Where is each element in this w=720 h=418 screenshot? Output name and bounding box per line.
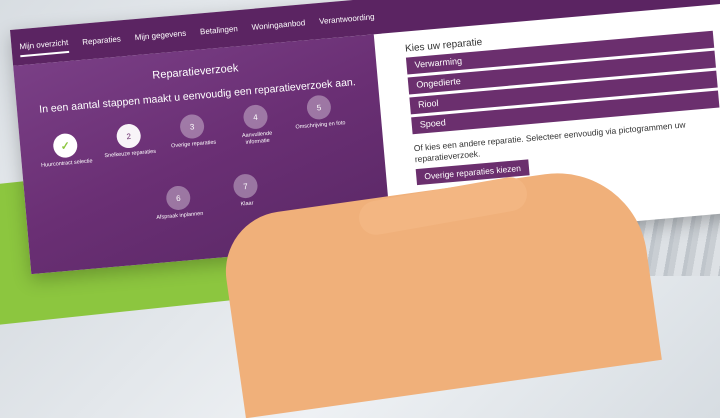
wizard-step-label: Snelkeuze reparaties <box>104 148 157 160</box>
wizard-step-7[interactable]: 7 Klaar <box>218 172 275 211</box>
nav-item-betalingen[interactable]: Betalingen <box>199 20 238 40</box>
wizard-step-1[interactable]: ✓ Huurcontract selectie <box>37 131 94 170</box>
wizard-step-label: Klaar <box>240 200 254 208</box>
nav-item-reparaties[interactable]: Reparaties <box>81 30 121 50</box>
repair-selection: Kies uw reparatie Verwarming Ongedierte … <box>405 15 720 186</box>
wizard-step-4[interactable]: 4 Aanvullende informatie <box>228 103 285 149</box>
step-number: 2 <box>115 123 142 150</box>
wizard-step-label: Huurcontract selectie <box>40 158 93 169</box>
nav-item-woningaanbod[interactable]: Woningaanbod <box>251 14 306 36</box>
step-number: 5 <box>305 94 332 121</box>
step-number: 3 <box>179 113 206 140</box>
wizard-step-6[interactable]: 6 Afspraak inplannen <box>150 184 207 223</box>
nav-item-mijn-gegevens[interactable]: Mijn gegevens <box>134 24 187 45</box>
wizard-step-label: Overige reparaties <box>170 139 217 150</box>
nav-item-verantwoording[interactable]: Verantwoording <box>318 8 375 30</box>
wizard-step-label: Omschrijving en foto <box>295 120 346 131</box>
step-number: 4 <box>242 103 269 130</box>
wizard-step-5[interactable]: 5 Omschrijving en foto <box>291 93 348 132</box>
wizard-step-label: Aanvullende informatie <box>241 130 273 146</box>
check-icon: ✓ <box>52 132 79 159</box>
nav-item-mijn-overzicht[interactable]: Mijn overzicht <box>18 33 70 57</box>
wizard-step-label: Afspraak inplannen <box>156 210 204 221</box>
step-number: 7 <box>232 173 259 200</box>
wizard-step-3[interactable]: 3 Overige reparaties <box>164 112 221 151</box>
step-number: 6 <box>165 184 192 211</box>
wizard-step-2[interactable]: 2 Snelkeuze reparaties <box>101 122 158 161</box>
